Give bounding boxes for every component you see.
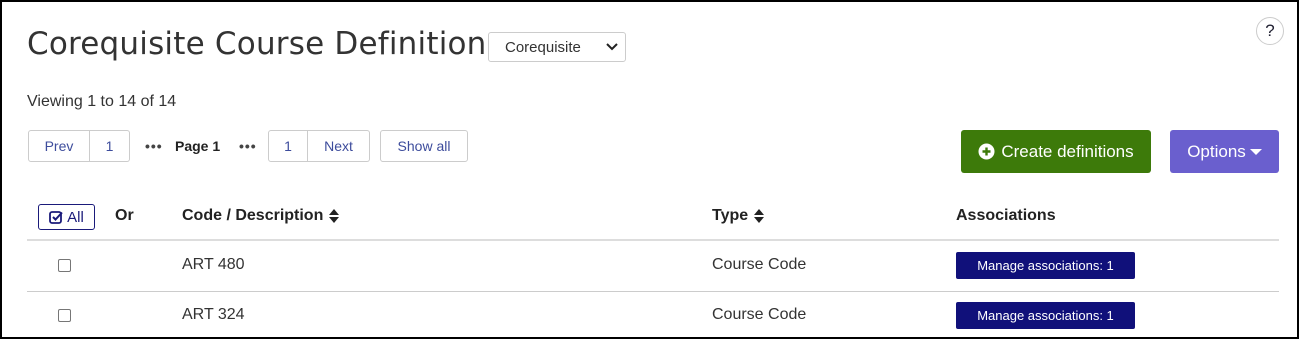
pager-start: Prev 1 (28, 130, 130, 162)
header-divider (27, 239, 1279, 241)
page-title: Corequisite Course Definitions (27, 26, 503, 62)
row-checkbox[interactable] (58, 259, 71, 272)
next-button[interactable]: Next (308, 130, 370, 162)
row-code: ART 324 (182, 306, 245, 323)
definition-type-value: Corequisite (505, 38, 581, 56)
check-square-icon (49, 211, 63, 224)
column-header-code[interactable]: Code / Description (182, 207, 340, 225)
viewing-count: Viewing 1 to 14 of 14 (27, 93, 177, 110)
row-type: Course Code (712, 306, 807, 323)
select-all-label: All (67, 208, 84, 226)
prev-button[interactable]: Prev (28, 130, 90, 162)
first-page-button[interactable]: 1 (90, 130, 130, 162)
options-label: Options (1187, 141, 1246, 161)
sort-icon (329, 209, 340, 223)
column-code-label: Code / Description (182, 207, 324, 224)
definition-type-select[interactable]: Corequisite (488, 32, 626, 62)
help-icon: ? (1265, 21, 1275, 40)
select-all-button[interactable]: All (38, 204, 95, 230)
column-type-label: Type (712, 207, 749, 224)
manage-associations-button[interactable]: Manage associations: 1 (956, 302, 1135, 329)
pager-end: 1 Next (268, 130, 370, 162)
row-type: Course Code (712, 256, 807, 273)
column-associations-label: Associations (956, 207, 1056, 224)
pager-ellipsis-left: ••• (145, 138, 163, 154)
chevron-down-icon (606, 43, 618, 51)
column-header-type[interactable]: Type (712, 207, 765, 225)
caret-down-icon (1249, 148, 1262, 155)
row-code: ART 480 (182, 256, 245, 273)
current-page-label: Page 1 (175, 138, 221, 154)
column-header-or: Or (115, 207, 134, 225)
column-or-label: Or (115, 207, 134, 224)
show-all-button[interactable]: Show all (380, 130, 468, 162)
column-header-associations: Associations (956, 207, 1056, 225)
pager-ellipsis-right: ••• (239, 138, 257, 154)
sort-icon (754, 209, 765, 223)
row-checkbox[interactable] (58, 309, 71, 322)
last-page-button[interactable]: 1 (268, 130, 308, 162)
help-button[interactable]: ? (1256, 17, 1284, 45)
plus-circle-icon (978, 143, 995, 160)
create-definitions-label: Create definitions (1001, 141, 1134, 161)
page-frame: Corequisite Course Definitions Corequisi… (0, 0, 1299, 339)
options-button[interactable]: Options (1170, 130, 1279, 173)
create-definitions-button[interactable]: Create definitions (961, 130, 1151, 173)
row-divider (27, 291, 1279, 292)
show-all-wrap: Show all (380, 130, 468, 162)
manage-associations-button[interactable]: Manage associations: 1 (956, 252, 1135, 279)
